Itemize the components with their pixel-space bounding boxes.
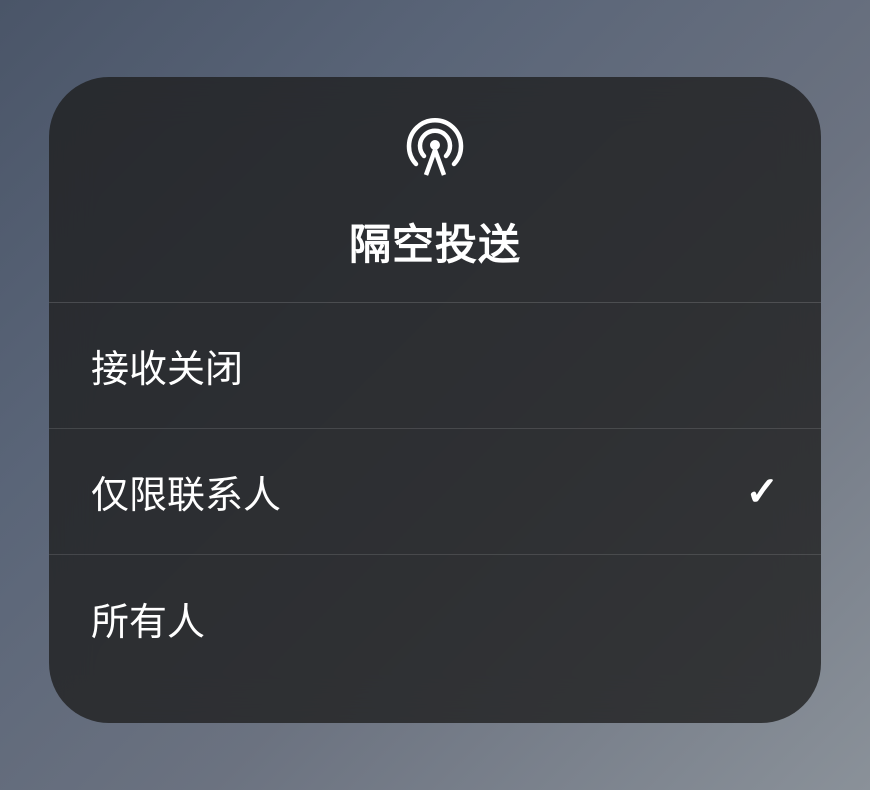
airdrop-icon <box>401 115 469 183</box>
option-label: 接收关闭 <box>91 338 243 393</box>
option-contacts-only[interactable]: 仅限联系人 ✓ <box>49 429 821 555</box>
panel-title: 隔空投送 <box>349 211 521 272</box>
option-everyone[interactable]: 所有人 ✓ <box>49 555 821 681</box>
panel-header: 隔空投送 <box>49 77 821 303</box>
check-icon: ✓ <box>745 469 779 515</box>
option-label: 所有人 <box>91 591 205 646</box>
airdrop-panel: 隔空投送 接收关闭 ✓ 仅限联系人 ✓ 所有人 ✓ <box>49 77 821 723</box>
option-receiving-off[interactable]: 接收关闭 ✓ <box>49 303 821 429</box>
option-label: 仅限联系人 <box>91 464 281 519</box>
options-list: 接收关闭 ✓ 仅限联系人 ✓ 所有人 ✓ <box>49 303 821 723</box>
